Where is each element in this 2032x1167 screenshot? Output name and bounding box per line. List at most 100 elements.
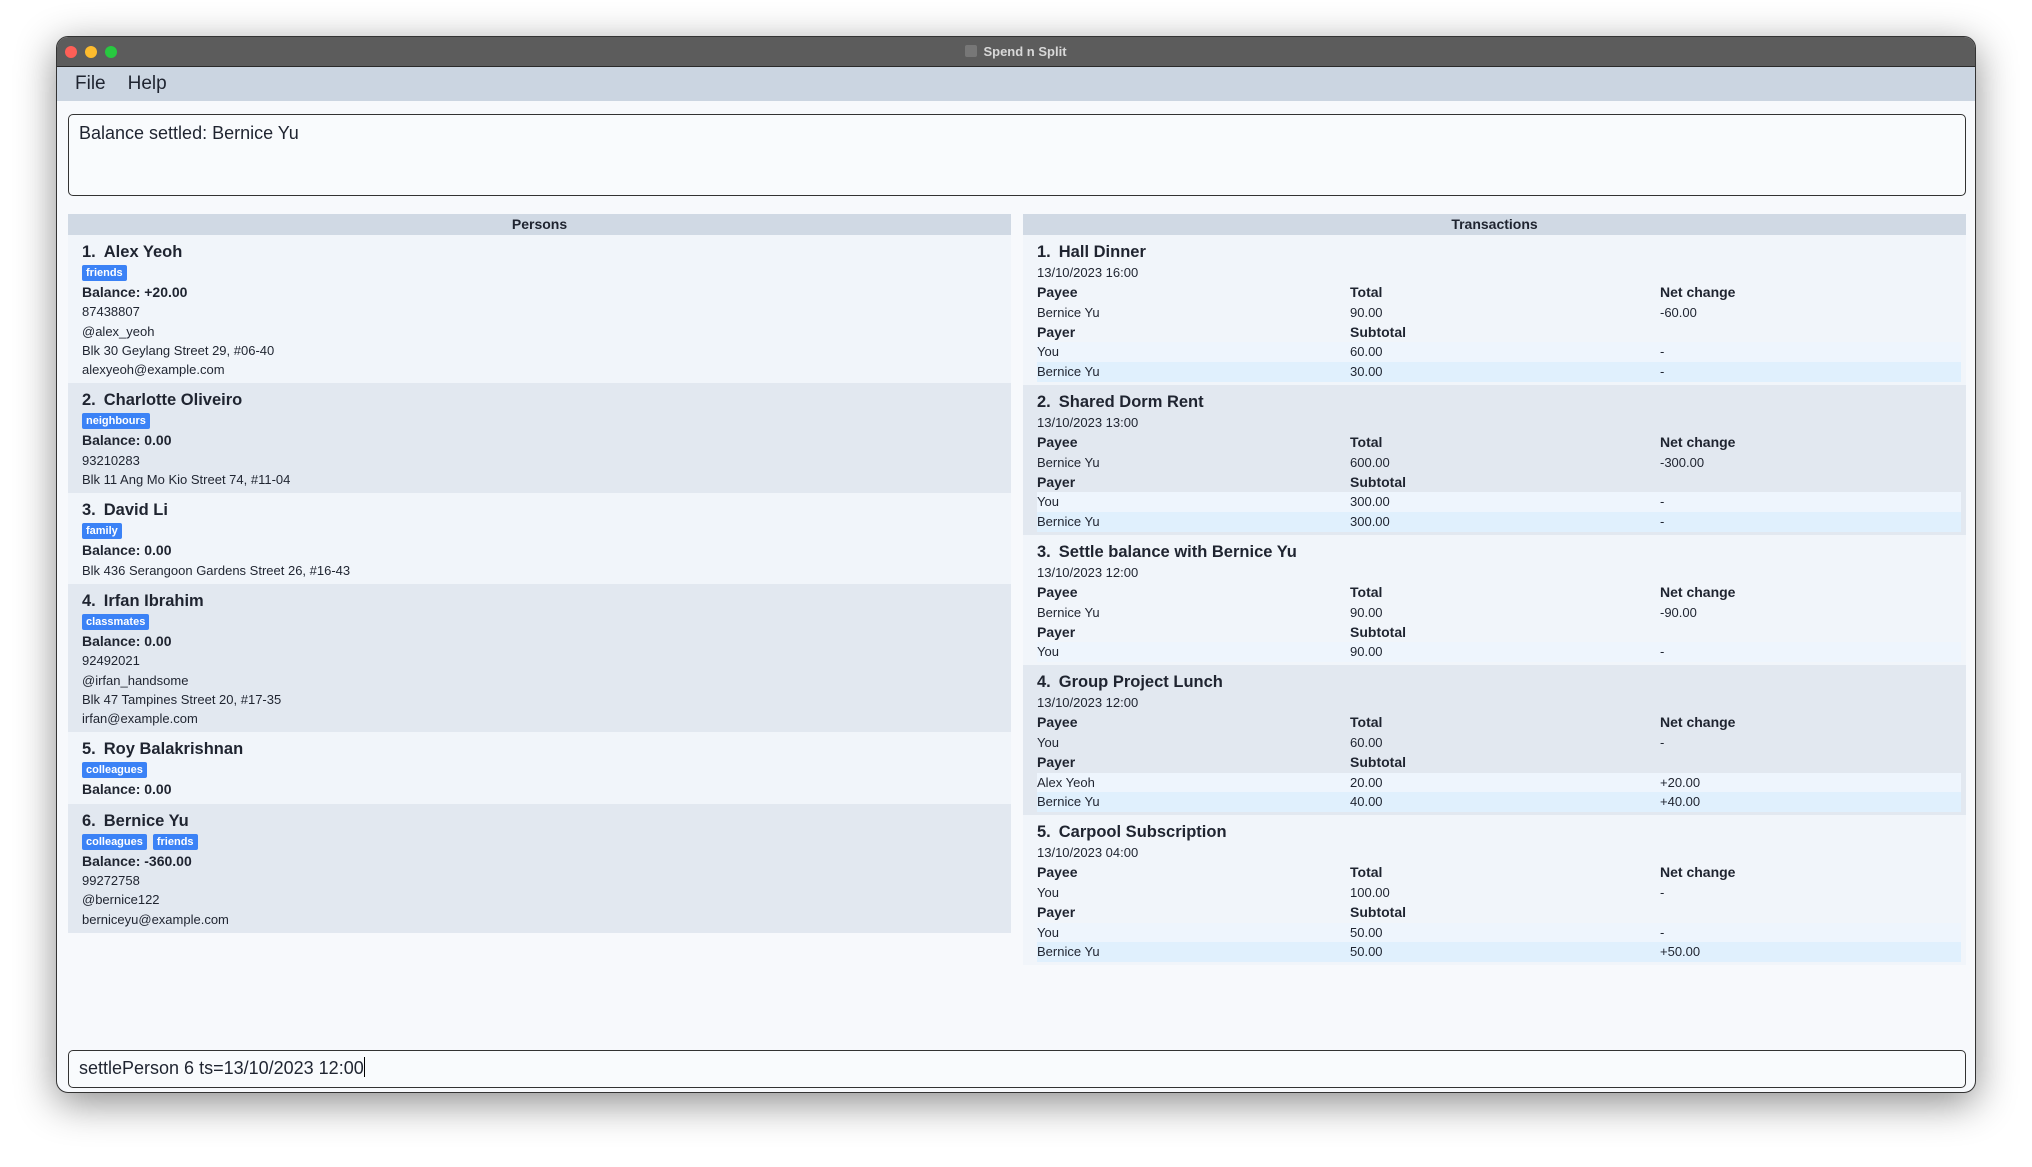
col-2: 20.00	[1350, 774, 1383, 790]
payer-row: You 60.00 -	[1037, 342, 1961, 363]
person-detail: Blk 30 Geylang Street 29, #06-40	[82, 342, 275, 358]
persons-list[interactable]: 1. Alex Yeoh friends Balance: +20.00 8743880…	[68, 235, 1011, 933]
payer-row: Alex Yeoh 20.00 +20.00	[1037, 772, 1961, 793]
person-balance: Balance: -360.00	[82, 852, 192, 869]
col-1: Payer	[1037, 623, 1076, 640]
person-name: 2. Charlotte Oliveiro	[82, 389, 997, 411]
person-detail: @alex_yeoh	[82, 323, 155, 339]
col-1: Payer	[1037, 323, 1076, 340]
person-name: 1. Alex Yeoh	[82, 241, 997, 263]
col-3: Net change	[1660, 714, 1736, 731]
col-3: -90.00	[1660, 604, 1697, 620]
col-3: Net change	[1660, 583, 1736, 600]
transactions-list[interactable]: 1. Hall Dinner 13/10/2023 16:00 Payee Total N…	[1023, 235, 1966, 966]
person-card[interactable]: 1. Alex Yeoh friends Balance: +20.00 8743880…	[68, 235, 1011, 384]
transaction-index: 3.	[1037, 542, 1051, 561]
person-name: 3. David Li	[82, 499, 997, 521]
menu-file[interactable]: File	[75, 73, 106, 95]
window-title: Spend n Split	[57, 44, 1975, 59]
menu-bar: File Help	[57, 67, 1975, 101]
transaction-date: 13/10/2023 04:00	[1037, 845, 1139, 861]
person-balance: Balance: 0.00	[82, 542, 172, 559]
transaction-index: 2.	[1037, 392, 1051, 411]
person-index: 5.	[82, 740, 96, 759]
person-detail: Blk 47 Tampines Street 20, #17-35	[82, 691, 282, 707]
col-1: Bernice Yu	[1037, 364, 1100, 380]
col-2: Subtotal	[1350, 753, 1406, 770]
col-3: -	[1660, 884, 1665, 900]
person-index: 4.	[82, 591, 96, 610]
transaction-title-text: Shared Dorm Rent	[1058, 392, 1204, 411]
col-1: You	[1037, 344, 1059, 360]
transaction-title: 3. Settle balance with Bernice Yu	[1037, 541, 1961, 563]
transaction-card[interactable]: 5. Carpool Subscription 13/10/2023 04:00 Pa…	[1023, 815, 1966, 966]
col-2: 300.00	[1350, 494, 1390, 510]
tag-list: friends	[82, 263, 997, 283]
payer-header: Payer Subtotal	[1037, 903, 1961, 923]
col-1: Bernice Yu	[1037, 794, 1100, 810]
person-name: 6. Bernice Yu	[82, 810, 997, 832]
col-1: Bernice Yu	[1037, 944, 1100, 960]
payer-row: You 50.00 -	[1037, 922, 1961, 943]
person-name: 4. Irfan Ibrahim	[82, 590, 997, 612]
col-1: You	[1037, 924, 1059, 940]
tag-list: neighbours	[82, 411, 997, 431]
transaction-title: 4. Group Project Lunch	[1037, 671, 1961, 693]
persons-header: Persons	[68, 214, 1011, 235]
col-3: -	[1660, 494, 1665, 510]
person-detail: @irfan_handsome	[82, 672, 189, 688]
transaction-card[interactable]: 4. Group Project Lunch 13/10/2023 12:00 Pay…	[1023, 665, 1966, 816]
person-detail: berniceyu@example.com	[82, 911, 229, 927]
transaction-card[interactable]: 1. Hall Dinner 13/10/2023 16:00 Payee Total N…	[1023, 235, 1966, 385]
transaction-date: 13/10/2023 13:00	[1037, 414, 1139, 430]
col-2: 300.00	[1350, 514, 1390, 530]
col-2: Subtotal	[1350, 623, 1406, 640]
command-input[interactable]: settlePerson 6 ts=13/10/2023 12:00	[68, 1050, 1966, 1088]
col-3: -	[1660, 734, 1665, 750]
col-2: 30.00	[1350, 364, 1383, 380]
tag-badge: family	[82, 523, 122, 540]
person-detail: @bernice122	[82, 892, 160, 908]
col-1: You	[1037, 494, 1059, 510]
col-1: Bernice Yu	[1037, 604, 1100, 620]
menu-help[interactable]: Help	[128, 73, 167, 95]
person-card[interactable]: 2. Charlotte Oliveiro neighbours Balance: 0…	[68, 383, 1011, 494]
person-detail: Blk 436 Serangoon Gardens Street 26, #16…	[82, 562, 351, 578]
col-1: Payee	[1037, 284, 1078, 300]
person-card[interactable]: 4. Irfan Ibrahim classmates Balance: 0.00 92…	[68, 583, 1011, 733]
col-3: -	[1660, 514, 1665, 530]
col-3: -	[1660, 344, 1665, 360]
transaction-index: 5.	[1037, 823, 1051, 842]
payee-header: Payee Total Net change	[1037, 283, 1961, 303]
col-1: Payee	[1037, 433, 1078, 450]
person-card[interactable]: 3. David Li family Balance: 0.00 Blk 436 Ser…	[68, 493, 1011, 584]
payee-header: Payee Total Net change	[1037, 863, 1961, 883]
person-card[interactable]: 5. Roy Balakrishnan colleagues Balance: 0.0…	[68, 732, 1011, 804]
person-detail: irfan@example.com	[82, 711, 198, 727]
person-card[interactable]: 6. Bernice Yu colleagues friends Balance: -3…	[68, 803, 1011, 933]
transaction-title-text: Carpool Subscription	[1058, 823, 1227, 842]
person-name: 5. Roy Balakrishnan	[82, 738, 997, 760]
payer-row: Bernice Yu 30.00 -	[1037, 362, 1961, 382]
col-2: Subtotal	[1350, 323, 1406, 340]
col-3: -	[1660, 924, 1665, 940]
tag-list: colleagues friends	[82, 832, 997, 852]
payer-header: Payer Subtotal	[1037, 623, 1961, 643]
tag-badge: colleagues	[82, 762, 147, 779]
person-name-text: Bernice Yu	[103, 811, 189, 830]
col-2: 60.00	[1350, 344, 1383, 360]
col-3: +20.00	[1660, 774, 1701, 790]
transaction-date: 13/10/2023 12:00	[1037, 564, 1139, 580]
col-3: Net change	[1660, 284, 1736, 300]
col-1: Payee	[1037, 583, 1078, 600]
app-window: Spend n Split File Help Balance settled:…	[56, 36, 1976, 1093]
transaction-card[interactable]: 3. Settle balance with Bernice Yu 13/10/20…	[1023, 534, 1966, 666]
person-balance: Balance: 0.00	[82, 632, 172, 649]
col-2: Subtotal	[1350, 903, 1406, 920]
transaction-card[interactable]: 2. Shared Dorm Rent 13/10/2023 13:00 Payee T…	[1023, 384, 1966, 535]
col-1: Bernice Yu	[1037, 304, 1100, 320]
col-1: Payer	[1037, 903, 1076, 920]
col-2: 100.00	[1350, 884, 1390, 900]
transaction-date: 13/10/2023 12:00	[1037, 695, 1139, 711]
col-1: Payer	[1037, 753, 1076, 770]
